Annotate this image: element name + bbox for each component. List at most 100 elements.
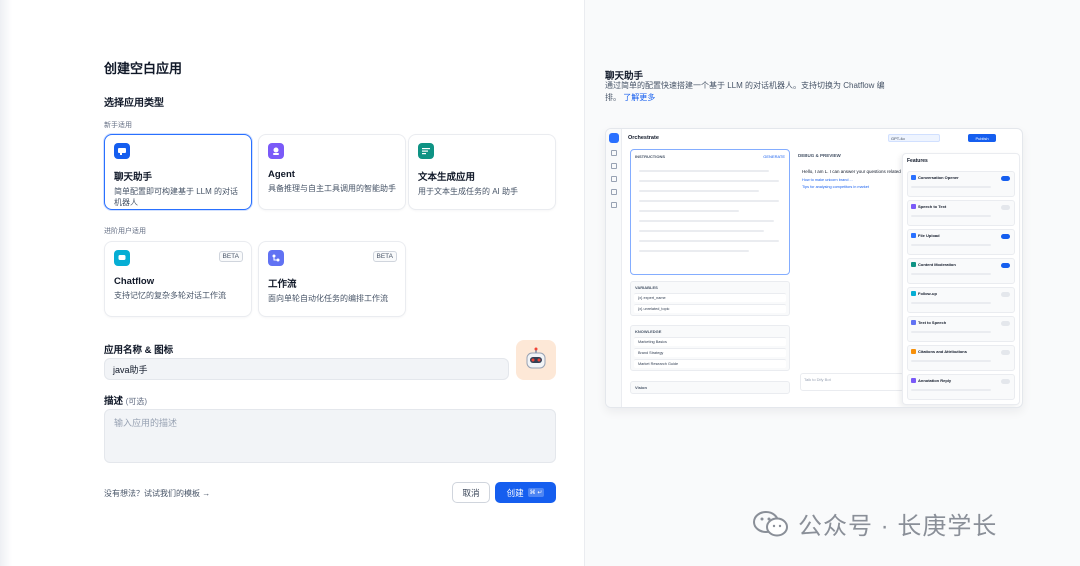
app-type-desc: 具备推理与自主工具调用的智能助手	[268, 184, 396, 193]
preview-knowledge-row: Market Research Guide	[634, 359, 786, 368]
preview-variables-label: VARIABLES	[635, 285, 658, 290]
preview-feature-icon	[911, 320, 916, 326]
preview-publish-button: Publish	[968, 134, 996, 142]
chatflow-icon	[114, 250, 130, 266]
app-type-card-chatflow[interactable]: BETA Chatflow 支持记忆的复杂多轮对话工作流	[104, 241, 252, 317]
preview-feature-toggle	[1001, 176, 1010, 181]
placeholder-line	[911, 215, 991, 217]
app-name-label: 应用名称 & 图标	[104, 345, 174, 356]
placeholder-line	[911, 360, 991, 362]
preview-feature-name: Follow-up	[918, 291, 937, 297]
backdrop-shade	[0, 0, 12, 566]
create-button[interactable]: 创建 ⌘ ↵	[495, 482, 556, 503]
preview-feature-row: Follow-up	[907, 287, 1015, 313]
app-type-desc: 支持记忆的复杂多轮对话工作流	[114, 291, 226, 300]
placeholder-line	[639, 190, 759, 192]
preview-greeting: Hello, I am L. I can answer your questio…	[802, 169, 901, 174]
preview-feature-list: Conversation Opener Speech to Text File Up…	[903, 171, 1019, 400]
preview-vision-label: Vision	[635, 385, 647, 390]
preview-nav-icon	[611, 176, 617, 182]
preview-chat-input: Talk to Dify Bot	[800, 373, 904, 391]
placeholder-line	[911, 186, 991, 188]
watermark-text: 公众号 · 长庚学长	[798, 513, 998, 540]
preview-vision-block: Vision	[630, 381, 790, 394]
preview-feature-row: Content Moderation	[907, 258, 1015, 284]
beta-badge: BETA	[372, 251, 397, 262]
preview-variable-row: {x} expert_name	[634, 293, 786, 302]
preview-suggestion: How to make unicorn brand ...	[802, 178, 853, 182]
workflow-icon	[268, 250, 284, 266]
advanced-group-label: 进阶用户适用	[104, 228, 146, 235]
preview-feature-row: Conversation Opener	[907, 171, 1015, 197]
preview-variable-row: {x} unrelated_topic	[634, 304, 786, 313]
app-type-desc: 简单配置即可构建基于 LLM 的对话机器人	[114, 187, 239, 207]
app-type-name: 文本生成应用	[418, 172, 476, 183]
description-label: 描述 (可选)	[104, 393, 147, 407]
preview-features-title: Features	[907, 158, 928, 164]
placeholder-line	[911, 331, 991, 333]
app-root: 创建空白应用 选择应用类型 新手适用 聊天助手 简单配置即可构建基于 LLM 的…	[0, 0, 1080, 566]
optional-hint: (可选)	[125, 397, 147, 406]
preview-feature-icon	[911, 378, 916, 384]
preview-feature-name: Speech to Text	[918, 204, 947, 210]
preview-knowledge-label: KNOWLEDGE	[635, 329, 662, 334]
app-type-card-workflow[interactable]: BETA 工作流 面向单轮自动化任务的编排工作流	[258, 241, 406, 317]
app-type-name: Agent	[268, 169, 295, 180]
placeholder-line	[639, 240, 779, 242]
placeholder-line	[639, 250, 749, 252]
placeholder-line	[911, 302, 991, 304]
app-type-card-agent[interactable]: Agent 具备推理与自主工具调用的智能助手	[258, 134, 406, 210]
placeholder-line	[911, 273, 991, 275]
description-label-text: 描述	[104, 396, 124, 407]
robot-icon	[526, 347, 546, 369]
preview-screenshot: Orchestrate GPT-4o Publish INSTRUCTIONS …	[605, 128, 1023, 408]
placeholder-line	[911, 244, 991, 246]
preview-feature-toggle	[1001, 350, 1010, 355]
preview-chat: Hello, I am L. I can answer your questio…	[802, 169, 902, 189]
placeholder-line	[639, 220, 774, 222]
preview-feature-name: Text to Speech	[918, 320, 947, 326]
preview-knowledge-row: Brand Strategy	[634, 348, 786, 357]
preview-feature-icon	[911, 262, 916, 268]
app-name-input[interactable]: java助手	[104, 358, 509, 380]
app-type-section-label: 选择应用类型	[104, 98, 164, 109]
preview-description: 通过简单的配置快速搭建一个基于 LLM 的对话机器人。支持切换为 Chatflo…	[605, 80, 885, 104]
cancel-button[interactable]: 取消	[452, 482, 490, 503]
preview-feature-icon	[911, 349, 916, 355]
preview-feature-row: Annotation Reply	[907, 374, 1015, 400]
preview-knowledge-block: KNOWLEDGE Marketing Basics Brand Strateg…	[630, 325, 790, 371]
preview-nav-icon	[611, 150, 617, 156]
preview-generate-label: GENERATE	[763, 154, 785, 159]
preview-feature-toggle	[1001, 379, 1010, 384]
app-icon-picker[interactable]	[516, 340, 556, 380]
chat-bubble-icon	[114, 143, 130, 159]
preview-feature-row: Text to Speech	[907, 316, 1015, 342]
preview-nav-icon	[611, 189, 617, 195]
preview-feature-icon	[911, 233, 916, 239]
preview-feature-name: Annotation Reply	[918, 378, 952, 384]
app-type-card-chat-assistant[interactable]: 聊天助手 简单配置即可构建基于 LLM 的对话机器人	[104, 134, 252, 210]
placeholder-line	[639, 210, 739, 212]
preview-feature-icon	[911, 175, 916, 181]
preview-feature-icon	[911, 204, 916, 210]
create-button-label: 创建	[506, 487, 524, 498]
preview-orchestrate-title: Orchestrate	[628, 135, 659, 141]
preview-features-panel: Features Conversation Opener Speech to Te…	[902, 153, 1020, 405]
watermark: 公众号 · 长庚学长	[752, 506, 997, 541]
app-type-name: 工作流	[268, 279, 297, 290]
preview-feature-icon	[911, 291, 916, 297]
learn-more-link[interactable]: 了解更多	[623, 93, 655, 102]
preview-logo-icon	[609, 133, 619, 143]
placeholder-line	[911, 389, 991, 391]
preview-sidebar	[606, 129, 622, 407]
description-textarea[interactable]: 输入应用的描述	[104, 409, 556, 463]
app-type-card-text-generation[interactable]: 文本生成应用 用于文本生成任务的 AI 助手	[408, 134, 556, 210]
preview-variables-block: VARIABLES {x} expert_name {x} unrelated_…	[630, 281, 790, 316]
placeholder-line	[639, 230, 764, 232]
try-template-link[interactable]: 没有想法？试试我们的模板 →	[104, 488, 210, 499]
preview-feature-name: File Upload	[918, 233, 940, 239]
preview-feature-toggle	[1001, 234, 1010, 239]
placeholder-line	[639, 200, 779, 202]
app-type-name: Chatflow	[114, 276, 155, 287]
create-app-panel: 创建空白应用 选择应用类型 新手适用 聊天助手 简单配置即可构建基于 LLM 的…	[0, 0, 584, 566]
